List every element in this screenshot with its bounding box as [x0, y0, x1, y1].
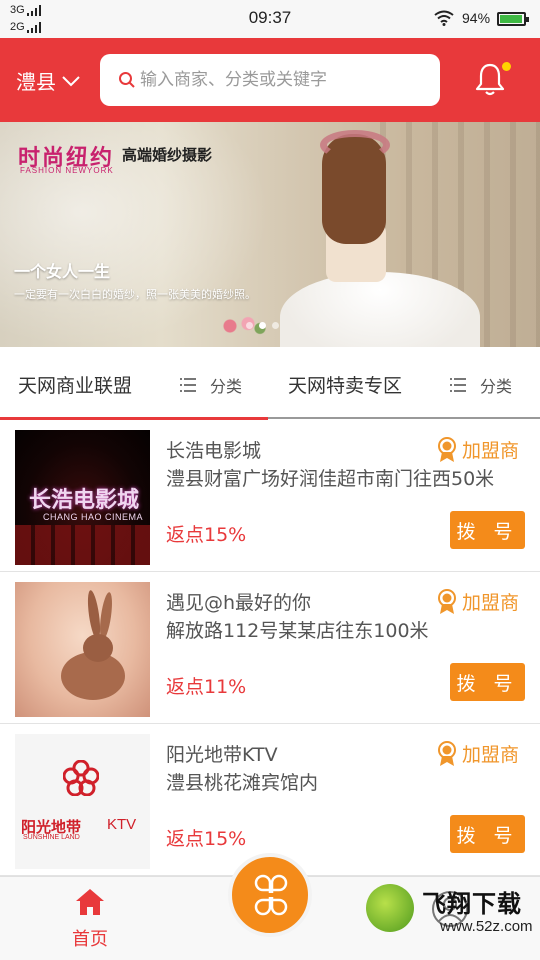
merchant-name: 遇见@h最好的你 — [166, 592, 312, 614]
franchise-badge: 加盟商 — [436, 436, 519, 463]
tab-alliance[interactable]: 天网商业联盟 — [18, 371, 132, 398]
medal-icon — [438, 740, 456, 766]
franchise-badge-label: 加盟商 — [462, 592, 520, 614]
merchant-rebate: 返点11% — [166, 676, 247, 698]
carousel-dot[interactable] — [259, 322, 266, 329]
tab-special-sale[interactable]: 天网特卖专区 — [288, 371, 402, 398]
tab-category-1[interactable]: 分类 — [180, 373, 242, 397]
merchant-name: 长浩电影城 — [166, 440, 262, 462]
search-input[interactable] — [140, 70, 430, 90]
merchant-thumbnail — [15, 582, 150, 717]
franchise-badge-label: 加盟商 — [462, 744, 520, 766]
apps-icon — [254, 874, 288, 916]
banner-brand-english: FASHION NEWYORK — [20, 166, 114, 175]
list-item[interactable]: 遇见@h最好的你 解放路112号某某店往东100米 返点11% 加盟商 拨 号 — [0, 572, 540, 724]
banner-tagline-sub: 一定要有一次白白的婚纱，照一张美美的婚纱照。 — [14, 288, 256, 301]
watermark-text: 飞翔下载 — [422, 890, 522, 918]
carousel-dot[interactable] — [246, 322, 253, 329]
franchise-badge: 加盟商 — [436, 588, 519, 615]
chevron-down-icon — [62, 75, 80, 86]
nav-home[interactable]: 首页 — [60, 887, 120, 951]
banner-brand-subtitle: 高端婚纱摄影 — [122, 146, 213, 164]
center-apps-button[interactable] — [228, 853, 312, 937]
tab-category-2[interactable]: 分类 — [450, 373, 512, 397]
header: 澧县 — [0, 38, 540, 122]
tab-category-label: 分类 — [480, 377, 513, 396]
notification-dot — [502, 62, 511, 71]
carousel-dots — [246, 322, 279, 329]
merchant-thumbnail: 阳光地带 KTV SUNSHINE LAND — [15, 734, 150, 869]
battery-percent: 94% — [462, 10, 491, 26]
franchise-badge: 加盟商 — [436, 740, 519, 767]
wifi-icon — [434, 10, 454, 26]
thumbnail-logo-english: CHANG HAO CINEMA — [43, 512, 144, 522]
watermark: 飞翔下载 www.52z.com — [366, 880, 536, 956]
home-icon — [76, 889, 104, 915]
battery-icon — [497, 12, 529, 26]
city-label: 澧县 — [16, 70, 56, 94]
list-icon — [180, 378, 196, 392]
dial-button[interactable]: 拨 号 — [450, 663, 525, 701]
merchant-rebate: 返点15% — [166, 828, 247, 850]
tab-category-label: 分类 — [210, 377, 243, 396]
flower-logo-icon — [63, 760, 99, 796]
nav-home-label: 首页 — [72, 929, 108, 950]
promo-banner[interactable]: 时尚纽约 高端婚纱摄影 FASHION NEWYORK 一个女人一生 一定要有一… — [0, 122, 540, 347]
franchise-badge-label: 加盟商 — [462, 440, 520, 462]
thumbnail-logo-english: SUNSHINE LAND — [23, 834, 80, 841]
banner-tagline: 一个女人一生 — [14, 262, 111, 281]
status-bar: 3G 2G 09:37 94% — [0, 0, 540, 38]
merchant-address: 解放路112号某某店往东100米 — [166, 620, 429, 642]
watermark-url: www.52z.com — [440, 918, 533, 935]
merchant-name: 阳光地带KTV — [166, 744, 278, 766]
dial-button[interactable]: 拨 号 — [450, 815, 525, 853]
carousel-dot[interactable] — [272, 322, 279, 329]
thumbnail-logo-text: 长浩电影城 — [29, 488, 140, 513]
merchant-rebate: 返点15% — [166, 524, 247, 546]
status-time: 09:37 — [248, 8, 292, 27]
list-icon — [450, 378, 466, 392]
watermark-logo-icon — [366, 884, 414, 932]
search-box[interactable] — [100, 54, 440, 106]
list-item[interactable]: 长浩电影城 CHANG HAO CINEMA 长浩电影城 澧县财富广场好润佳超市… — [0, 420, 540, 572]
dial-button[interactable]: 拨 号 — [450, 511, 525, 549]
merchant-address: 澧县财富广场好润佳超市南门往西50米 — [166, 468, 495, 490]
medal-icon — [438, 588, 456, 614]
merchant-address: 澧县桃花滩宾馆内 — [166, 772, 319, 794]
category-tabs: 天网商业联盟 分类 天网特卖专区 分类 — [0, 347, 540, 419]
search-icon — [119, 72, 135, 88]
merchant-thumbnail: 长浩电影城 CHANG HAO CINEMA — [15, 430, 150, 565]
medal-icon — [438, 436, 456, 462]
city-selector[interactable]: 澧县 — [16, 66, 80, 95]
thumbnail-logo-ktv: KTV — [107, 816, 137, 833]
